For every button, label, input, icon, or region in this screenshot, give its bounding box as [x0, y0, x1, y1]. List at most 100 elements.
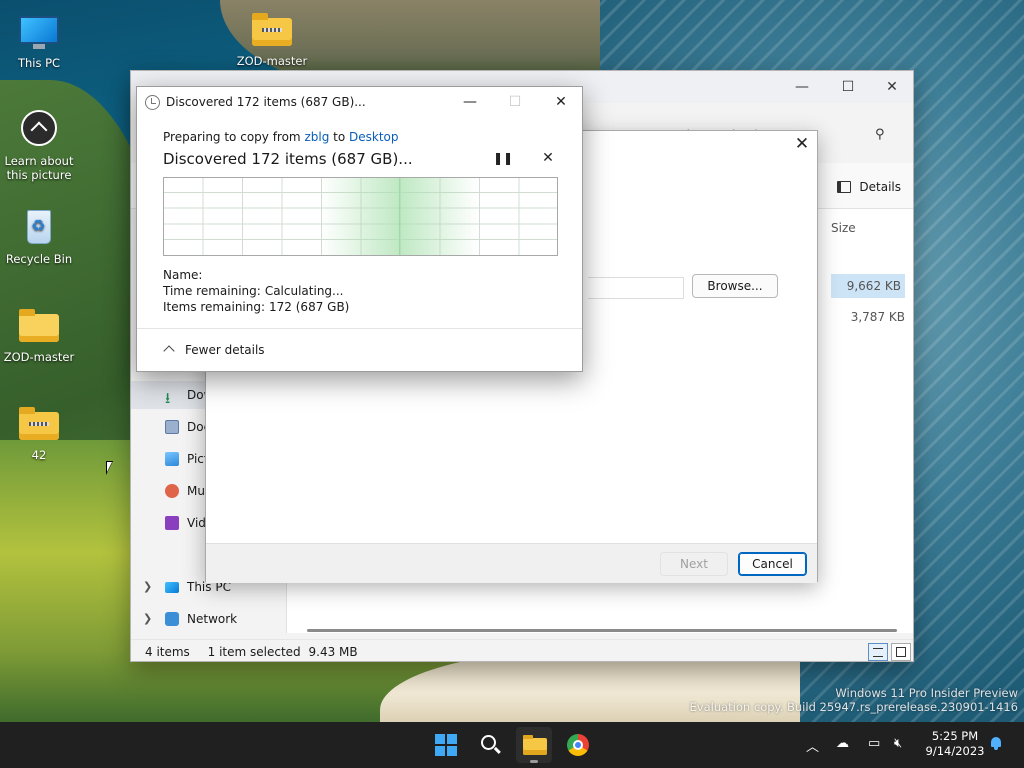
preparing-text: Preparing to copy from	[163, 130, 301, 144]
copy-dialog-minimize-button[interactable]: —	[447, 87, 493, 117]
desktop-icon-label: ZOD-master	[236, 54, 308, 68]
next-button[interactable]: Next	[660, 552, 728, 576]
downloads-icon: ⭳	[165, 389, 171, 407]
this-pc-icon	[165, 582, 179, 593]
wizard-close-button[interactable]: ✕	[791, 133, 813, 155]
status-selection: 1 item selected	[207, 645, 301, 659]
explorer-minimize-button[interactable]: —	[779, 71, 825, 103]
taskbar-chrome-button[interactable]	[560, 727, 596, 763]
fewer-details-toggle[interactable]: Fewer details	[163, 343, 265, 357]
transfer-speed-graph	[163, 177, 558, 256]
copy-source-destination-line: Preparing to copy from zblg to Desktop	[163, 130, 399, 144]
graph-progress-marker	[399, 178, 400, 255]
to-text: to	[333, 130, 346, 144]
cancel-button[interactable]: Cancel	[738, 552, 807, 576]
onedrive-icon[interactable]: ☁	[836, 736, 849, 751]
file-row-size[interactable]: 9,662 KB	[831, 274, 905, 298]
desktop-icon-zod-master-zip[interactable]: ZOD-master	[233, 10, 311, 68]
items-remaining-label: Items remaining:	[163, 300, 266, 314]
windows-watermark: Windows 11 Pro Insider Preview Evaluatio…	[690, 686, 1018, 714]
file-row-size[interactable]: 3,787 KB	[831, 310, 905, 324]
desktop-icon-learn-about-picture[interactable]: Learn about this picture	[0, 110, 78, 182]
show-hidden-icons-chevron-icon[interactable]: ︿	[806, 736, 819, 755]
source-folder-link[interactable]: zblg	[304, 130, 329, 144]
network-icon	[165, 612, 179, 626]
zip-folder-icon	[17, 404, 61, 444]
items-remaining-value: 172 (687 GB)	[269, 300, 350, 314]
copy-dialog-titlebar[interactable]: Discovered 172 items (687 GB)... — ☐ ✕	[137, 87, 582, 117]
network-status-icon[interactable]: ▭	[868, 736, 880, 751]
running-indicator	[530, 760, 538, 763]
detail-items-row: Items remaining: 172 (687 GB)	[163, 300, 349, 314]
details-label: Details	[859, 180, 901, 194]
this-pc-icon	[17, 12, 61, 52]
explorer-maximize-button[interactable]: ☐	[825, 71, 871, 103]
browse-button[interactable]: Browse...	[692, 274, 778, 298]
fewer-details-label: Fewer details	[185, 343, 265, 357]
horizontal-scrollbar[interactable]	[307, 629, 897, 632]
desktop-icon-label: Learn about this picture	[4, 154, 74, 182]
desktop-icon-zod-master-folder[interactable]: ZOD-master	[0, 306, 78, 364]
desktop-icon-label: This PC	[17, 56, 61, 70]
stop-icon[interactable]: ✕	[539, 150, 557, 168]
explorer-close-button[interactable]: ✕	[869, 71, 915, 103]
copy-progress-dialog[interactable]: Discovered 172 items (687 GB)... — ☐ ✕ P…	[136, 86, 583, 372]
notification-bell-icon[interactable]	[989, 736, 1003, 750]
nav-item-label: Network	[187, 612, 238, 626]
taskbar-search-button[interactable]	[472, 727, 508, 763]
destination-path-input[interactable]	[588, 277, 684, 299]
desktop-icon-this-pc[interactable]: This PC	[0, 12, 78, 70]
name-label: Name:	[163, 268, 203, 282]
chevron-up-icon	[163, 345, 175, 357]
destination-folder-link[interactable]: Desktop	[349, 130, 399, 144]
time-remaining-value: Calculating...	[264, 284, 344, 298]
desktop-icon-label: ZOD-master	[3, 350, 75, 364]
folder-icon	[17, 306, 61, 346]
detail-time-row: Time remaining: Calculating...	[163, 284, 344, 298]
desktop-icon-label: Recycle Bin	[5, 252, 73, 266]
watermark-line-1: Windows 11 Pro Insider Preview	[835, 686, 1018, 700]
copy-dialog-divider	[137, 328, 582, 329]
taskbar: ︿ ☁ ▭ 🔇︎ 5:25 PM 9/14/2023	[0, 722, 1024, 768]
learn-about-picture-icon	[17, 110, 61, 150]
copy-dialog-close-button[interactable]: ✕	[538, 87, 584, 117]
recycle-bin-icon	[17, 208, 61, 248]
copy-progress-heading: Discovered 172 items (687 GB)...	[163, 150, 413, 168]
nav-item-network[interactable]: ❯ Network	[131, 605, 287, 633]
pause-icon[interactable]: ❚❚	[493, 151, 513, 169]
volume-muted-icon[interactable]: 🔇︎	[894, 736, 902, 751]
documents-icon	[165, 420, 179, 434]
search-icon[interactable]: ⚲	[875, 127, 889, 142]
details-pane-icon	[837, 181, 852, 193]
column-header-size[interactable]: Size	[831, 221, 856, 235]
videos-icon	[165, 516, 179, 530]
status-item-count: 4 items	[145, 645, 190, 659]
large-icons-view-icon	[896, 647, 906, 657]
desktop-icon-42[interactable]: 42	[0, 404, 78, 462]
explorer-status-bar: 4 items 1 item selected 9.43 MB	[131, 639, 913, 663]
detail-name-row: Name:	[163, 268, 206, 282]
status-selection-size: 9.43 MB	[308, 645, 358, 659]
chevron-right-icon[interactable]: ❯	[143, 573, 152, 601]
taskbar-file-explorer-button[interactable]	[516, 727, 552, 763]
details-pane-button[interactable]: Details	[837, 177, 901, 197]
chevron-right-icon[interactable]: ❯	[143, 605, 152, 633]
mouse-cursor	[106, 461, 113, 475]
taskbar-clock[interactable]: 5:25 PM 9/14/2023	[918, 729, 992, 759]
large-icons-view-button[interactable]	[891, 643, 911, 661]
desktop-icon-label: 42	[31, 448, 47, 462]
copy-dialog-title: Discovered 172 items (687 GB)...	[166, 95, 366, 109]
zip-folder-icon	[250, 10, 294, 50]
music-icon	[165, 484, 179, 498]
pictures-icon	[165, 452, 179, 466]
clock-icon	[145, 95, 160, 110]
details-view-icon	[873, 648, 883, 657]
clock-time: 5:25 PM	[931, 729, 979, 743]
copy-dialog-maximize-button: ☐	[508, 94, 522, 110]
start-button[interactable]	[428, 727, 464, 763]
clock-date: 9/14/2023	[925, 744, 985, 758]
desktop-icon-recycle-bin[interactable]: Recycle Bin	[0, 208, 78, 266]
time-remaining-label: Time remaining:	[163, 284, 261, 298]
watermark-line-2: Evaluation copy. Build 25947.rs_prerelea…	[689, 700, 1018, 714]
details-view-button[interactable]	[868, 643, 888, 661]
